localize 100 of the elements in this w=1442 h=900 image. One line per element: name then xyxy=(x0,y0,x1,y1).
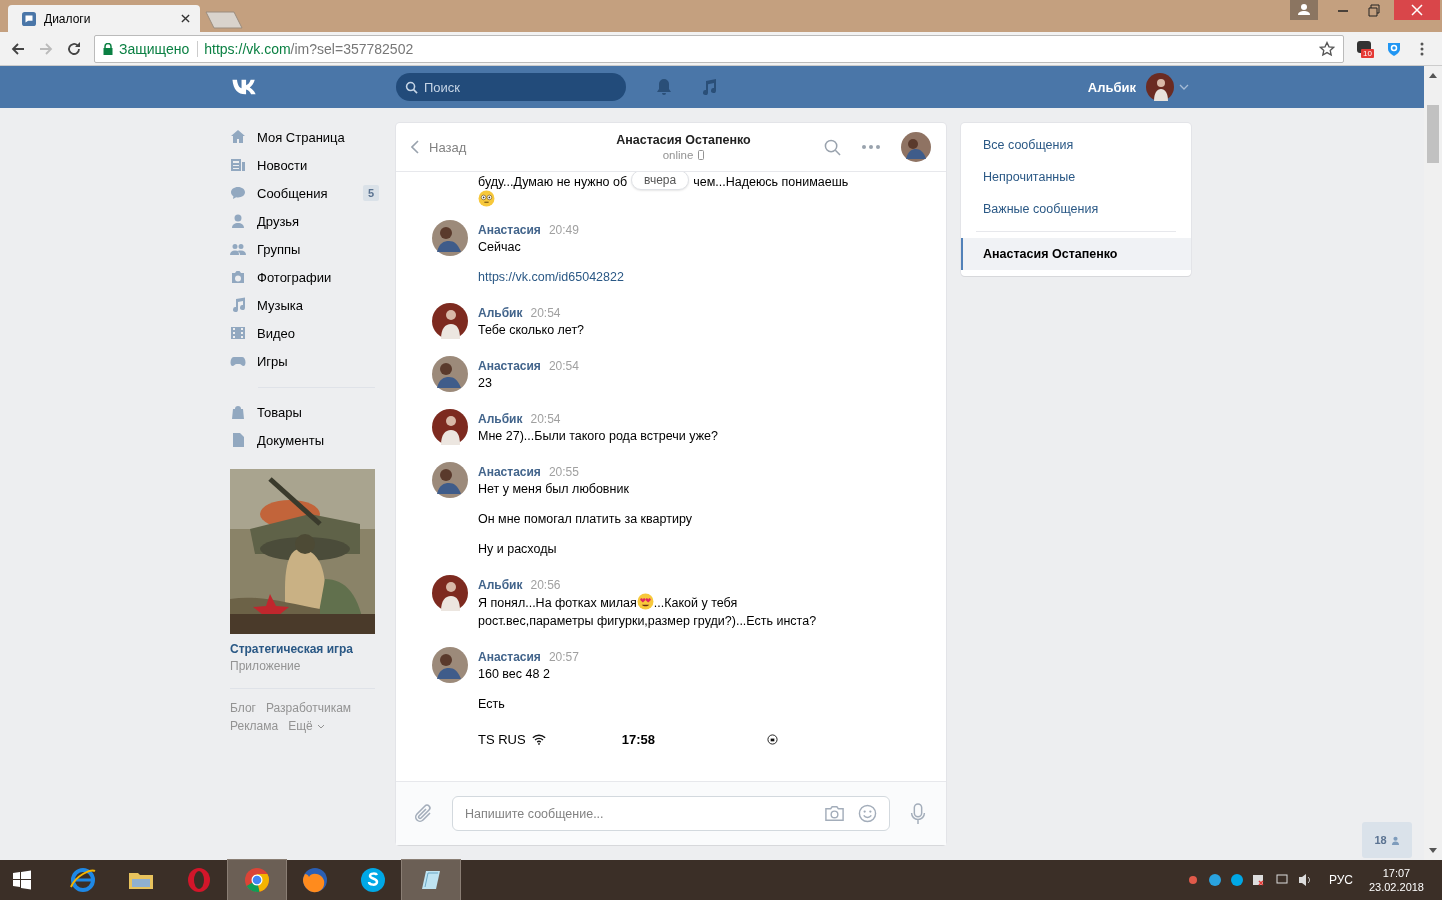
nav-item[interactable]: Видео xyxy=(230,319,375,347)
chat-title[interactable]: Анастасия Остапенко xyxy=(616,133,751,147)
menu-item[interactable]: Все сообщения xyxy=(961,129,1191,161)
nav-item[interactable]: Музыка xyxy=(230,291,375,319)
address-bar[interactable]: Защищено https://vk.com/im?sel=357782502 xyxy=(94,34,1344,63)
heart-eyes-icon xyxy=(636,593,654,610)
wifi-icon xyxy=(531,733,546,745)
avatar[interactable] xyxy=(432,409,468,445)
app-title[interactable]: Стратегическая игра xyxy=(230,642,354,656)
author-name[interactable]: Анастасия xyxy=(478,358,541,373)
scroll-up-icon[interactable] xyxy=(1429,73,1437,78)
chevron-left-icon xyxy=(411,140,419,154)
person-icon[interactable] xyxy=(1290,0,1318,20)
nav-item[interactable]: Товары xyxy=(230,398,375,426)
avatar[interactable] xyxy=(901,132,931,162)
avatar[interactable] xyxy=(1146,73,1174,101)
message-text: Он мне помогал платить за квартиру xyxy=(478,512,692,526)
lock-rotation-icon xyxy=(767,733,778,745)
notepad-icon[interactable] xyxy=(402,860,460,900)
search-icon xyxy=(405,81,418,94)
author-name[interactable]: Альбик xyxy=(478,577,523,592)
nav-item[interactable]: Группы xyxy=(230,235,375,263)
avatar[interactable] xyxy=(432,647,468,683)
people-icon xyxy=(230,241,246,257)
avatar[interactable] xyxy=(432,303,468,339)
message-time: 20:55 xyxy=(548,464,579,479)
browser-tab[interactable]: Диалоги xyxy=(8,5,200,32)
message-text: Нет у меня был любовник xyxy=(478,482,629,496)
home-icon xyxy=(230,129,246,145)
online-status: online xyxy=(662,149,694,161)
paperclip-icon[interactable] xyxy=(414,802,434,825)
message-time: 20:56 xyxy=(530,577,561,592)
windows-icon[interactable] xyxy=(12,870,32,890)
camera-icon xyxy=(230,269,246,285)
nav-item[interactable]: Игры xyxy=(230,347,375,375)
message-text: рост.вес,параметры фигурки,размер груди?)...Есть инста? xyxy=(478,614,817,628)
scroll-thumb[interactable] xyxy=(1427,105,1439,163)
message-text: Я понял...На фотках милая xyxy=(478,596,637,610)
clock-date[interactable]: 23.02.2018 xyxy=(1368,880,1424,894)
message-text: буду...Думаю не нужно об xyxy=(478,175,628,189)
message-time: 20:57 xyxy=(548,649,579,664)
scroll-down-icon[interactable] xyxy=(1429,848,1437,853)
menu-item[interactable]: Важные сообщения xyxy=(961,193,1191,225)
person-icon xyxy=(1390,835,1400,845)
author-name[interactable]: Альбик xyxy=(478,305,523,320)
message-link[interactable]: https://vk.com/id65042822 xyxy=(478,270,624,284)
music-note-icon xyxy=(230,297,246,313)
browser-icon[interactable] xyxy=(228,860,286,900)
lock-icon xyxy=(103,42,113,55)
close-icon[interactable] xyxy=(181,14,190,23)
back-button[interactable]: Назад xyxy=(411,139,591,155)
message-text: чем...Надеюсь понимаешь xyxy=(693,175,849,189)
online-friends-button[interactable]: 18 xyxy=(1362,822,1412,858)
author-name[interactable]: Анастасия xyxy=(478,649,541,664)
message-text: ...Какой у тебя xyxy=(653,596,738,610)
menu-item[interactable]: Анастасия Остапенко xyxy=(961,238,1191,270)
avatar[interactable] xyxy=(432,462,468,498)
user-name[interactable]: Альбик xyxy=(1087,79,1136,95)
message-time: 20:54 xyxy=(530,411,561,426)
nav-item[interactable]: Моя Страница xyxy=(230,123,375,151)
film-icon xyxy=(230,325,246,341)
message-time: 20:54 xyxy=(530,305,561,320)
nav-item[interactable]: Новости xyxy=(230,151,375,179)
reload-icon[interactable] xyxy=(66,40,82,57)
message-text: Сейчас xyxy=(478,240,521,254)
bag-icon xyxy=(230,404,246,420)
author-name[interactable]: Альбик xyxy=(478,411,523,426)
nav-item[interactable]: Друзья xyxy=(230,207,375,235)
notification-badge: 10 xyxy=(1361,48,1374,58)
flushed-face-icon xyxy=(478,190,495,207)
more-icon[interactable] xyxy=(861,144,881,150)
url-text: https://vk.com/im?sel=357782502 xyxy=(204,40,414,57)
message-text: Мне 27)...Были такого рода встречи уже? xyxy=(478,429,718,443)
search-field[interactable]: Поиск xyxy=(396,73,626,101)
scrollbar[interactable] xyxy=(1424,66,1442,860)
star-icon[interactable] xyxy=(1319,40,1335,57)
shield-icon[interactable] xyxy=(1386,40,1402,57)
nav-item[interactable]: Фотографии xyxy=(230,263,375,291)
search-icon[interactable] xyxy=(824,138,841,156)
message-text: 23 xyxy=(478,376,492,390)
status-time: 17:58 xyxy=(621,731,655,747)
message-time: 20:49 xyxy=(548,222,579,237)
tab-title: Диалоги xyxy=(44,11,92,26)
back-icon[interactable] xyxy=(10,40,26,57)
caret-icon xyxy=(316,723,325,729)
chat-icon xyxy=(22,11,36,26)
message-text: Тебе сколько лет? xyxy=(478,323,585,337)
clock-time[interactable]: 17:07 xyxy=(1382,866,1411,880)
avatar[interactable] xyxy=(432,575,468,611)
menu-item[interactable]: Непрочитанные xyxy=(961,161,1191,193)
nav-item[interactable]: Документы xyxy=(230,426,375,454)
date-pill: вчера xyxy=(631,172,690,190)
newspaper-icon xyxy=(230,157,246,173)
avatar[interactable] xyxy=(432,220,468,256)
language-indicator[interactable]: РУС xyxy=(1328,873,1353,887)
avatar[interactable] xyxy=(432,356,468,392)
app-subtitle: Приложение xyxy=(230,659,301,673)
author-name[interactable]: Анастасия xyxy=(478,222,541,237)
phone-icon xyxy=(698,150,705,160)
author-name[interactable]: Анастасия xyxy=(478,464,541,479)
